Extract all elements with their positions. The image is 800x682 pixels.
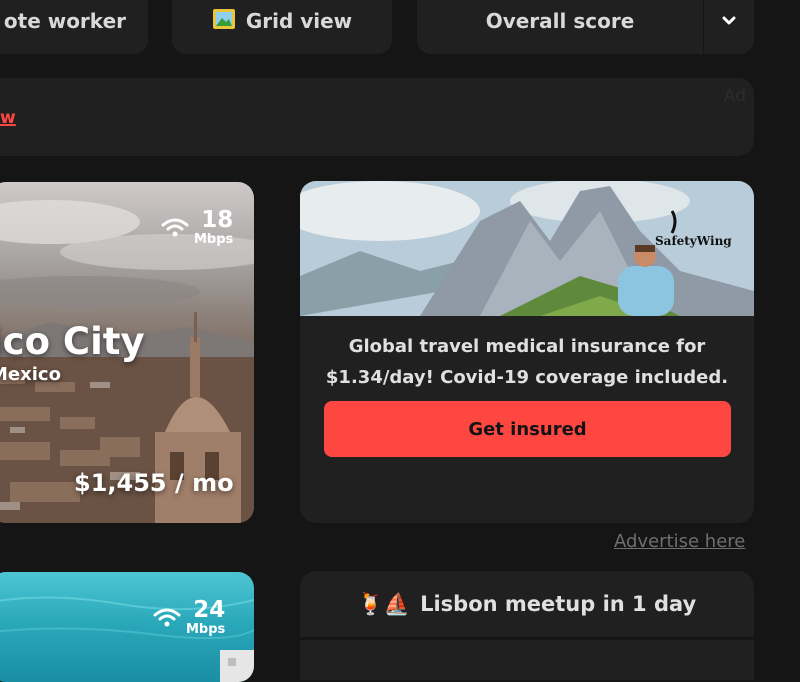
sort-select[interactable]: Overall score bbox=[417, 0, 754, 54]
cocktail-sailboat-icon: 🍹⛵ bbox=[357, 591, 411, 616]
wifi-speed-value: 18 bbox=[201, 207, 234, 233]
sponsor-text: Global travel medical insurance for $1.3… bbox=[300, 331, 754, 393]
wifi-speed: 18 Mbps bbox=[160, 208, 233, 247]
wifi-icon bbox=[161, 218, 189, 237]
filter-grid-view-label: Grid view bbox=[245, 9, 353, 33]
sponsor-brand-logo: SafetyWing bbox=[655, 234, 732, 248]
sponsor-card[interactable]: SafetyWing Global travel medical insuran… bbox=[300, 181, 754, 523]
picture-icon bbox=[212, 8, 236, 35]
get-insured-button[interactable]: Get insured bbox=[324, 401, 731, 457]
chevron-down-icon[interactable] bbox=[704, 0, 754, 54]
filter-grid-view[interactable]: Grid view bbox=[172, 0, 392, 54]
sort-select-label: Overall score bbox=[485, 9, 635, 33]
city-price: $1,455 / mo bbox=[74, 469, 234, 497]
sponsor-text-line1: Global travel medical insurance for bbox=[348, 336, 706, 357]
city-name: ico City bbox=[0, 320, 145, 363]
meetup-next-row bbox=[300, 640, 754, 680]
wifi-speed-unit-2: Mbps bbox=[186, 622, 226, 637]
city-country: Mexico bbox=[0, 364, 61, 385]
wifi-speed-value-2: 24 bbox=[193, 597, 226, 623]
ad-banner: w Ad bbox=[0, 78, 754, 156]
city-card-mexico-city[interactable]: 18 Mbps ico City Mexico $1,455 / mo bbox=[0, 182, 254, 523]
meetup-banner[interactable]: 🍹⛵ Lisbon meetup in 1 day bbox=[300, 571, 754, 637]
ad-tag: Ad bbox=[723, 86, 746, 106]
city-card-2[interactable]: 24 Mbps bbox=[0, 572, 254, 682]
sponsor-text-line2: $1.34/day! Covid-19 coverage included. bbox=[325, 367, 729, 388]
filter-remote-worker[interactable]: ote worker bbox=[0, 0, 148, 54]
wifi-speed-2: 24 Mbps bbox=[152, 598, 225, 637]
sponsor-image: SafetyWing bbox=[300, 181, 754, 316]
wifi-icon bbox=[153, 608, 181, 627]
meetup-label: Lisbon meetup in 1 day bbox=[420, 592, 697, 616]
advertise-here-link[interactable]: Advertise here bbox=[614, 531, 745, 552]
wifi-speed-unit: Mbps bbox=[194, 232, 234, 247]
ad-banner-link[interactable]: w bbox=[0, 108, 16, 128]
filter-remote-worker-label: ote worker bbox=[3, 9, 126, 33]
